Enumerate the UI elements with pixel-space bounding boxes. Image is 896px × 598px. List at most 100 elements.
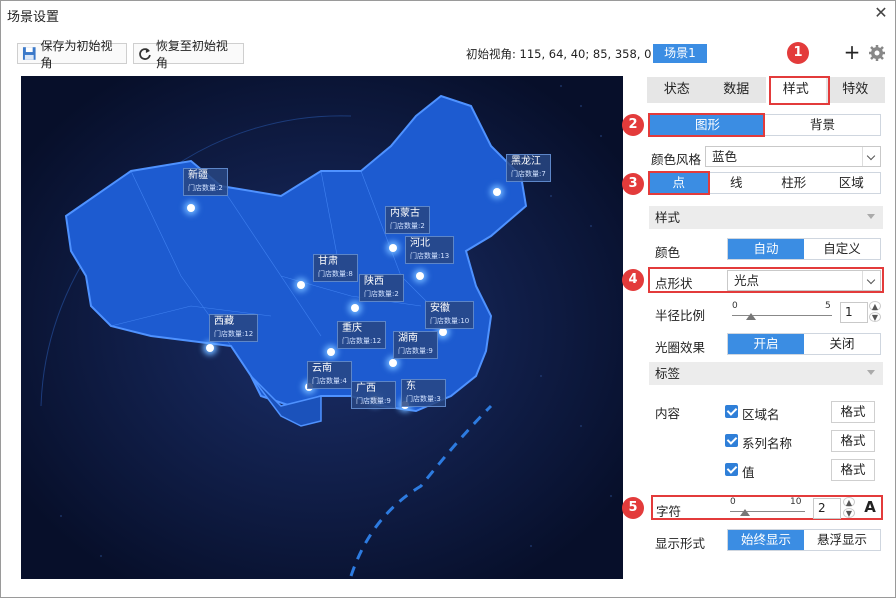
area-option[interactable]: 区域 (823, 173, 881, 193)
background-option[interactable]: 背景 (765, 115, 880, 135)
display-mode-toggle: 始终显示 悬浮显示 (727, 529, 881, 551)
point-heilongjiang[interactable] (493, 188, 501, 196)
value-checkbox[interactable] (725, 463, 738, 476)
character-label: 字符 (656, 504, 682, 519)
title-bar: 场景设置 ✕ (1, 1, 895, 27)
halo-off-option[interactable]: 关闭 (804, 334, 880, 354)
map-label-neimenggu: 内蒙古 门店数量:2 (385, 206, 430, 234)
radius-slider-thumb[interactable] (746, 313, 756, 320)
tab-status[interactable]: 状态 (647, 77, 707, 103)
style-section-header[interactable]: 样式 (649, 206, 883, 229)
point-xizang[interactable] (206, 344, 214, 352)
character-decrement-icon[interactable]: ▼ (843, 508, 855, 518)
point-shaanxi[interactable] (351, 304, 359, 312)
radius-input[interactable]: 1 (840, 302, 868, 323)
close-button[interactable]: ✕ (867, 1, 895, 27)
radius-value: 1 (845, 305, 853, 319)
region-name-format-button[interactable]: 格式 (831, 401, 875, 423)
content-label: 内容 (655, 406, 681, 421)
step-badge-5: 5 (622, 497, 644, 519)
gear-icon[interactable] (868, 44, 886, 62)
series-name-format-button[interactable]: 格式 (831, 430, 875, 452)
add-icon[interactable]: + (843, 42, 861, 63)
store-count: 门店数量:3 (406, 395, 441, 403)
collapse-icon (867, 370, 875, 375)
character-max: 10 (790, 497, 802, 507)
region-name-checkbox[interactable] (725, 405, 738, 418)
line-option[interactable]: 线 (708, 173, 766, 193)
custom-color-option[interactable]: 自定义 (804, 239, 880, 259)
halo-on-option[interactable]: 开启 (728, 334, 804, 354)
map-label-guangxi: 广西 门店数量:9 (351, 381, 396, 409)
map-label-hebei: 河北门店数量:13 (405, 236, 455, 264)
store-count: 门店数量:8 (318, 270, 353, 278)
auto-color-option[interactable]: 自动 (728, 239, 804, 259)
region-name-label: 区域名 (742, 407, 780, 422)
tab-data[interactable]: 数据 (707, 77, 767, 103)
highlight-box-1 (769, 76, 830, 105)
map-label-xinjiang: 新疆门店数量:2 (183, 168, 228, 196)
province-name: 广西 (356, 383, 376, 394)
always-show-option[interactable]: 始终显示 (728, 530, 804, 550)
step-badge-3: 3 (622, 173, 644, 195)
map-label-guangdong: 东门店数量:3 (401, 379, 446, 407)
store-count: 门店数量:7 (511, 170, 546, 178)
character-increment-icon[interactable]: ▲ (843, 497, 855, 507)
province-name: 河北 (410, 238, 430, 249)
point-xinjiang[interactable] (187, 204, 195, 212)
map-label-shaanxi: 陕西 门店数量:2 (359, 274, 404, 302)
color-style-select[interactable]: 蓝色 (705, 146, 881, 167)
radius-increment-icon[interactable]: ▲ (869, 301, 881, 311)
map-label-xizang: 西藏门店数量:12 (209, 314, 259, 342)
store-count: 门店数量:2 (188, 184, 223, 192)
label-section-header[interactable]: 标签 (649, 362, 883, 385)
point-gansu[interactable] (297, 281, 305, 289)
font-settings-button[interactable]: A (862, 498, 878, 516)
display-mode-label: 显示形式 (655, 536, 706, 551)
china-map-viewport[interactable]: 新疆 门店数量:2 黑龙江 门店数量:7 内蒙古 门店数量:2 河北 门店数量:13 甘… (21, 76, 623, 579)
character-value: 2 (818, 501, 826, 515)
store-count: 门店数量:12 (214, 330, 254, 338)
store-count: 门店数量:4 (312, 377, 347, 385)
save-initial-view-label: 保存为初始视角 (40, 38, 113, 70)
save-initial-view-button[interactable]: 保存为初始视角 (17, 39, 127, 70)
point-chongqing[interactable] (327, 348, 335, 356)
character-slider-thumb[interactable] (740, 509, 750, 516)
store-count: 门店数量:13 (410, 252, 450, 260)
radius-scale-label: 半径比例 (655, 308, 706, 323)
province-name: 陕西 (364, 276, 384, 287)
tab-effects[interactable]: 特效 (826, 77, 886, 103)
color-style-label: 颜色风格 (651, 152, 702, 167)
province-name: 东 (406, 381, 416, 392)
radius-decrement-icon[interactable]: ▼ (869, 312, 881, 322)
store-count: 门店数量:2 (390, 222, 425, 230)
point-shape-label: 点形状 (655, 276, 693, 291)
point-shape-value: 光点 (734, 273, 760, 288)
scene-badge[interactable]: 场景1 (653, 44, 707, 63)
map-label-yunnan: 云南 门店数量:4 (307, 361, 352, 389)
point-neimenggu[interactable] (389, 244, 397, 252)
restore-initial-view-label: 恢复至初始视角 (155, 38, 228, 70)
restore-initial-view-button[interactable]: 恢复至初始视角 (133, 39, 244, 70)
province-name: 西藏 (214, 316, 234, 327)
character-input[interactable]: 2 (813, 498, 841, 519)
province-name: 甘肃 (318, 256, 338, 267)
property-tabs: 状态 数据 样式 特效 (647, 77, 885, 103)
series-name-checkbox[interactable] (725, 434, 738, 447)
highlight-box-3 (648, 171, 710, 195)
dialog-title: 场景设置 (7, 10, 60, 25)
value-format-button[interactable]: 格式 (831, 459, 875, 481)
province-name: 新疆 (188, 170, 208, 181)
step-badge-1: 1 (787, 42, 809, 64)
scene-settings-dialog: 场景设置 ✕ 保存为初始视角 恢复至初始视角 初始视角: 115, 64, 40… (0, 0, 896, 598)
point-hunan[interactable] (389, 359, 397, 367)
bar-option[interactable]: 柱形 (765, 173, 823, 193)
color-style-value: 蓝色 (712, 149, 738, 164)
collapse-icon (867, 214, 875, 219)
map-label-gansu: 甘肃门店数量:8 (313, 254, 358, 282)
hover-show-option[interactable]: 悬浮显示 (804, 530, 880, 550)
point-shape-select[interactable]: 光点 (727, 270, 881, 291)
point-anhui[interactable] (439, 328, 447, 336)
point-hebei[interactable] (416, 272, 424, 280)
radius-min: 0 (732, 301, 738, 311)
